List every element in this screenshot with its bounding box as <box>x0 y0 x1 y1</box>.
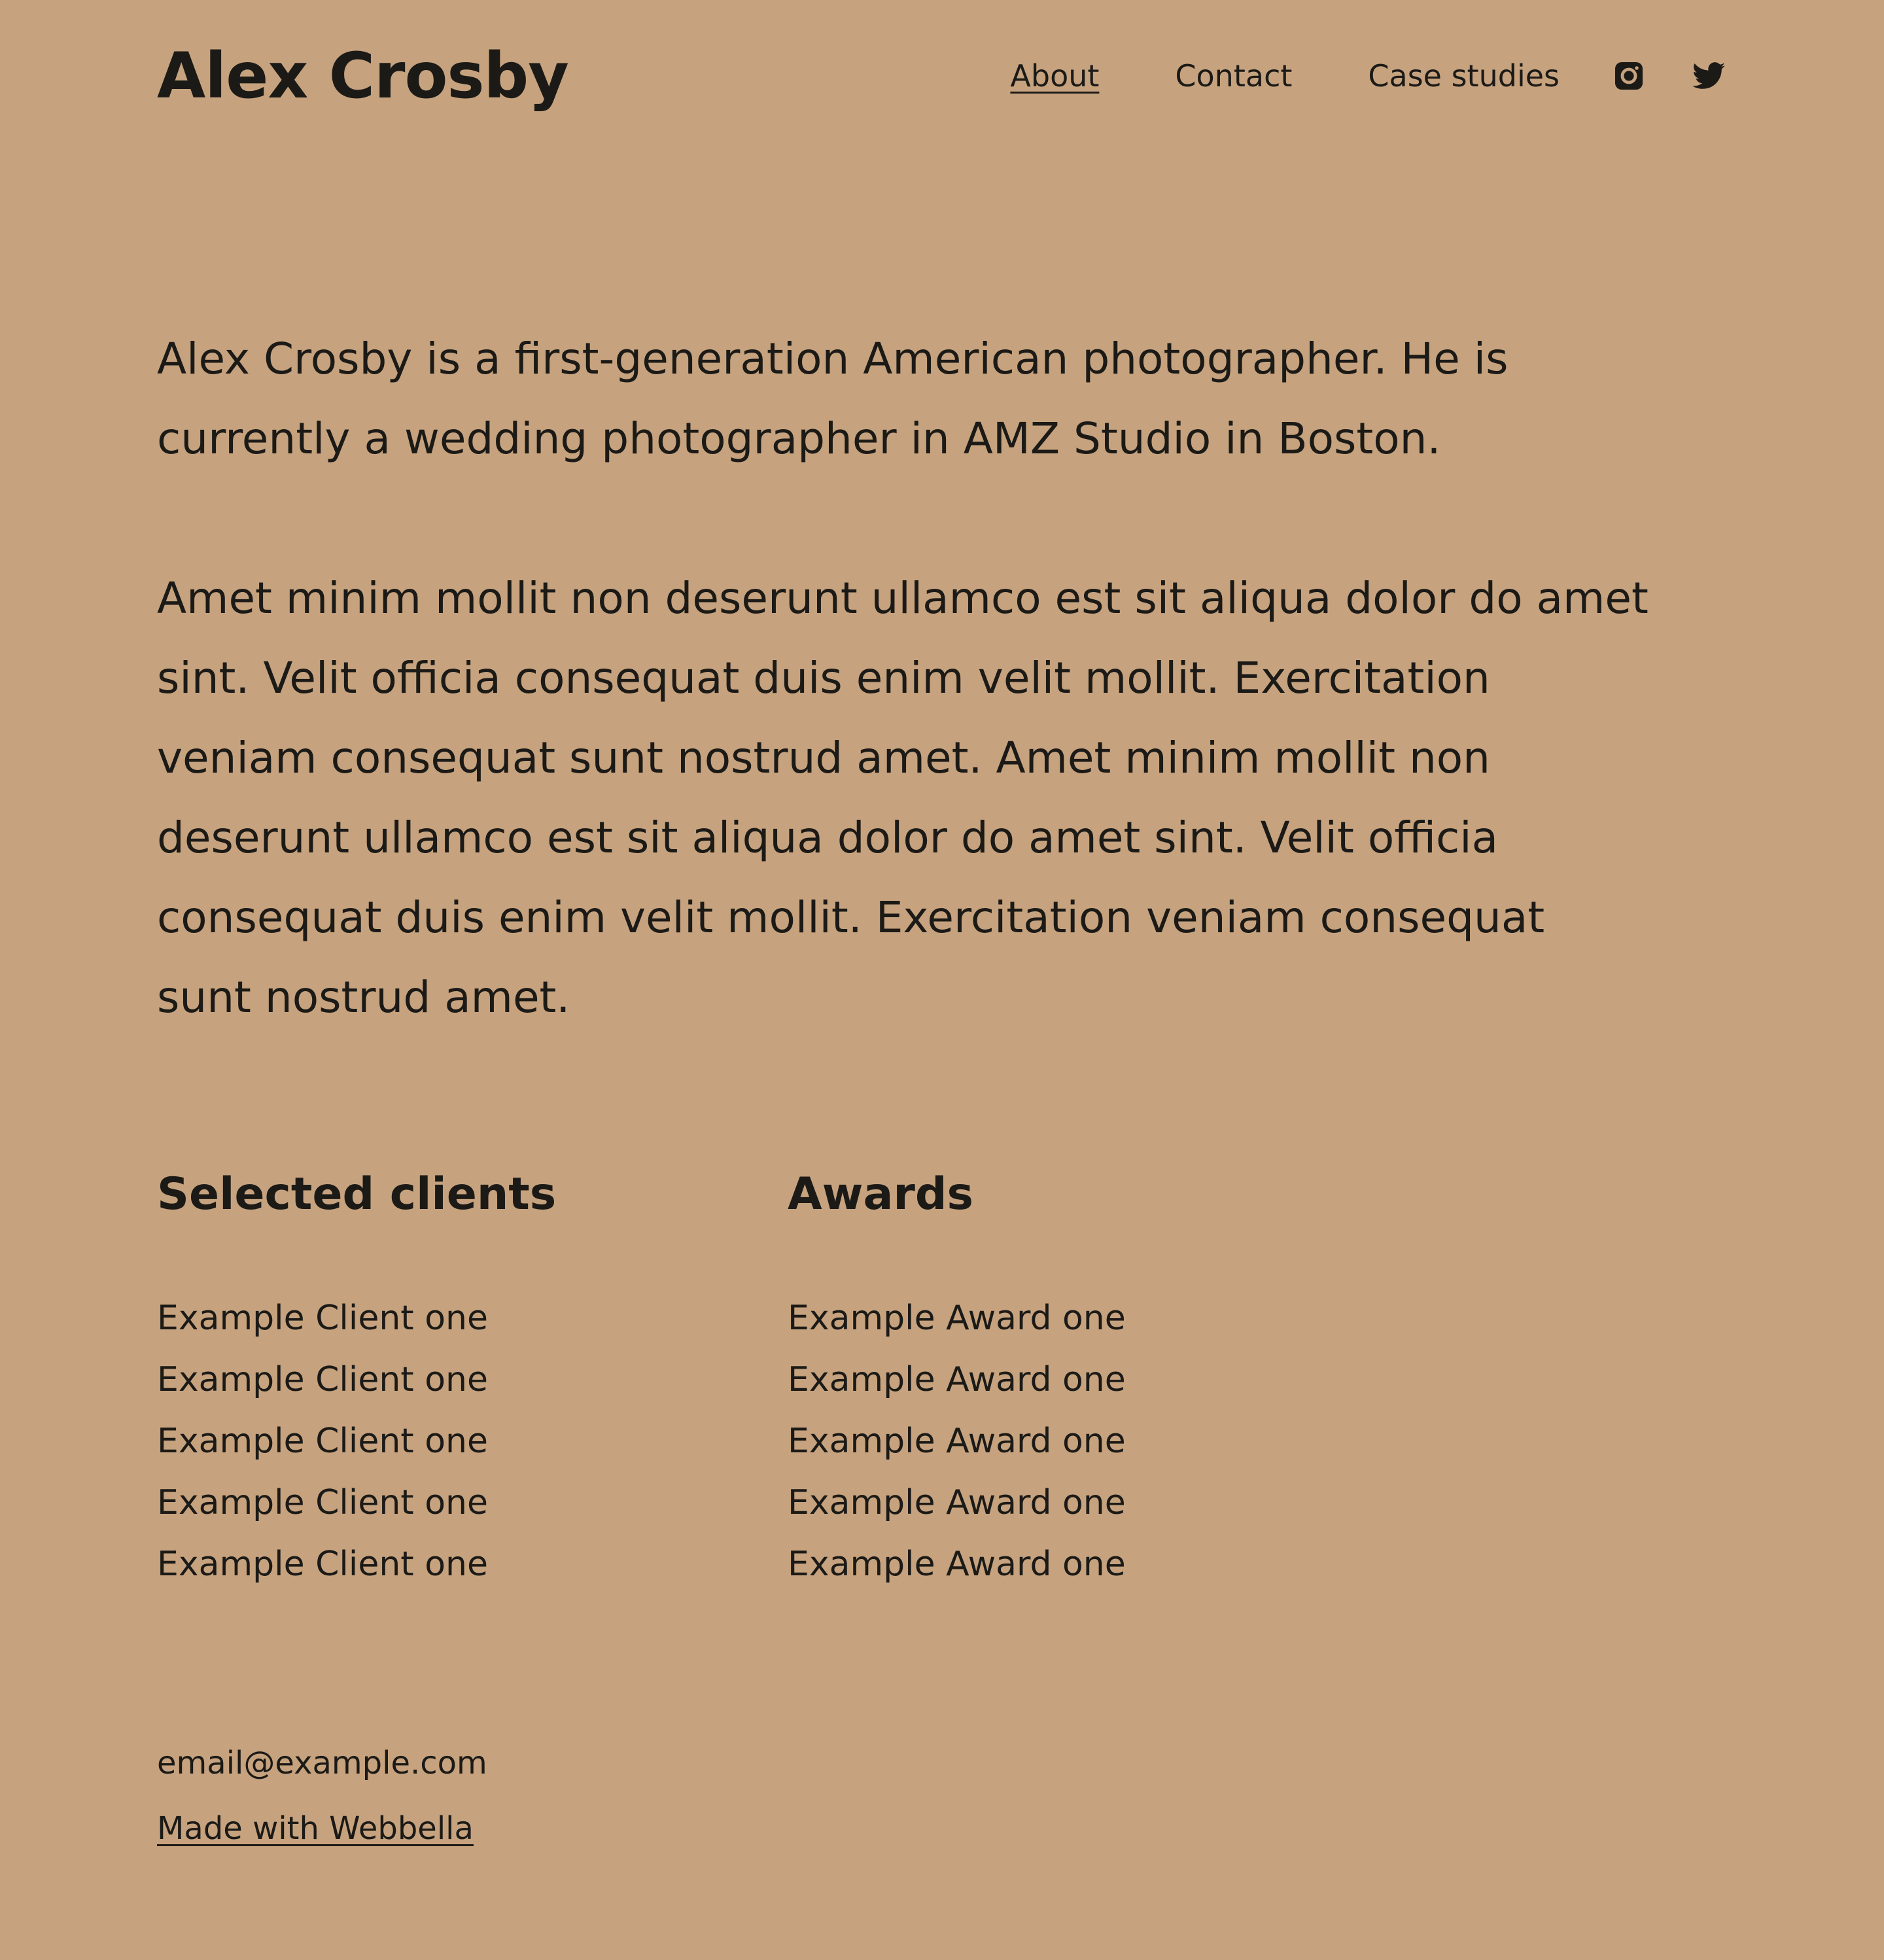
client-item: Example Client one <box>157 1422 488 1461</box>
site-footer: email@example.com Made with Webbella <box>157 1740 487 1851</box>
awards-list: Example Award one Example Award one Exam… <box>788 1287 1126 1595</box>
nav-link-case-studies[interactable]: Case studies <box>1368 61 1560 91</box>
instagram-icon <box>1615 62 1643 90</box>
site-header: Alex Crosby About Contact Case studies <box>157 37 1727 115</box>
bio-text: Amet minim mollit non deserunt ullamco e… <box>157 573 1648 1023</box>
site-logo[interactable]: Alex Crosby <box>157 44 569 107</box>
award-item: Example Award one <box>788 1299 1126 1338</box>
awards-heading: Awards <box>788 1168 974 1220</box>
clients-section: Selected clients Example Client one Exam… <box>157 1164 556 1595</box>
made-with-link[interactable]: Made with Webbella <box>157 1806 474 1851</box>
client-item: Example Client one <box>157 1299 488 1338</box>
award-item: Example Award one <box>788 1545 1126 1584</box>
nav-link-about[interactable]: About <box>1010 61 1099 91</box>
intro-text: Alex Crosby is a first-generation Americ… <box>157 334 1509 464</box>
nav-link-contact[interactable]: Contact <box>1175 61 1292 91</box>
client-item: Example Client one <box>157 1360 488 1399</box>
awards-section: Awards Example Award one Example Award o… <box>788 1164 1126 1595</box>
main-nav: About Contact Case studies <box>1010 58 1727 94</box>
award-item: Example Award one <box>788 1422 1126 1461</box>
client-item: Example Client one <box>157 1545 488 1584</box>
page: Alex Crosby About Contact Case studies A… <box>0 0 1884 1960</box>
award-item: Example Award one <box>788 1483 1126 1522</box>
instagram-link[interactable] <box>1611 58 1647 94</box>
client-item: Example Client one <box>157 1483 488 1522</box>
clients-heading: Selected clients <box>157 1168 557 1220</box>
twitter-link[interactable] <box>1690 58 1727 94</box>
twitter-icon <box>1692 62 1725 89</box>
footer-email[interactable]: email@example.com <box>157 1740 487 1786</box>
award-item: Example Award one <box>788 1360 1126 1399</box>
clients-list: Example Client one Example Client one Ex… <box>157 1287 556 1595</box>
